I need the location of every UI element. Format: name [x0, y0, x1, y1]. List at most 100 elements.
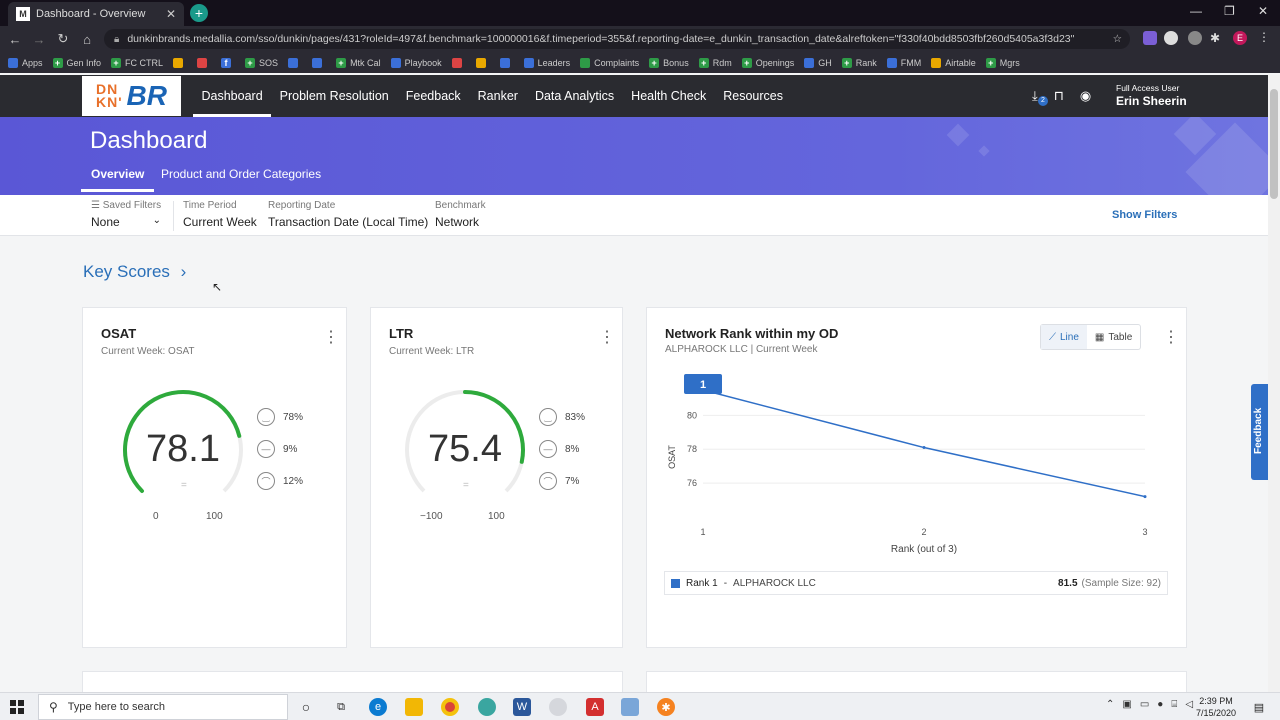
decoration: [978, 145, 990, 157]
menu-icon[interactable]: ⋮: [1258, 31, 1272, 45]
tray-icon[interactable]: ▣: [1122, 699, 1131, 710]
table-view-button[interactable]: ▦ Table: [1087, 325, 1140, 349]
bookmark-yellow[interactable]: [475, 57, 490, 68]
home-icon[interactable]: ⌂: [75, 32, 99, 47]
back-icon[interactable]: ←: [3, 32, 27, 47]
nav-resources[interactable]: Resources: [715, 75, 792, 117]
bookmark-dark[interactable]: [499, 57, 514, 68]
more-options-icon[interactable]: ⋮: [599, 330, 615, 346]
taskbar-search[interactable]: ⚲ Type here to search: [38, 694, 288, 720]
extension-icon[interactable]: [1188, 31, 1202, 45]
address-bar[interactable]: 🔒︎ dunkinbrands.medallia.com/sso/dunkin/…: [104, 29, 1130, 49]
bookmark[interactable]: + Mtk Cal: [336, 57, 381, 68]
chrome-icon[interactable]: [441, 698, 459, 716]
bookmark[interactable]: + SOS: [245, 57, 278, 68]
baskin-robbins-logo: BR: [126, 80, 167, 111]
edge-icon[interactable]: e: [369, 698, 387, 716]
bookmark[interactable]: + Gen Info: [52, 57, 101, 68]
tab-product-categories[interactable]: Product and Order Categories: [161, 167, 321, 181]
taskbar-clock[interactable]: 2:39 PM 7/15/2020: [1196, 695, 1236, 719]
network-icon[interactable]: ⌸: [1171, 699, 1177, 710]
maximize-icon[interactable]: ❐: [1224, 4, 1235, 18]
minimize-icon[interactable]: —: [1190, 4, 1202, 18]
data-point: [1143, 495, 1147, 499]
download-icon[interactable]: ⤓ 2: [1032, 88, 1048, 106]
reporting-date-filter[interactable]: Reporting Date Transaction Date (Local T…: [268, 200, 428, 229]
extension-icon[interactable]: [1143, 31, 1157, 45]
file-explorer-icon[interactable]: [405, 698, 423, 716]
bookmark[interactable]: Playbook: [390, 57, 442, 68]
acrobat-icon[interactable]: A: [586, 698, 604, 716]
volume-icon[interactable]: ◁: [1185, 699, 1193, 710]
bookmark[interactable]: GH: [804, 57, 832, 68]
nav-feedback[interactable]: Feedback: [397, 75, 469, 117]
feedback-side-tab[interactable]: Feedback: [1251, 384, 1269, 480]
bookmark[interactable]: + Rdm: [698, 57, 732, 68]
user-menu[interactable]: Full Access User Erin Sheerin: [1116, 83, 1187, 108]
windows-start-icon[interactable]: [10, 700, 24, 714]
bookmark-star-icon[interactable]: ☆: [1113, 33, 1122, 45]
task-view-icon[interactable]: ⧉: [332, 698, 350, 716]
page-title: Dashboard: [90, 127, 208, 154]
app-icon[interactable]: [621, 698, 639, 716]
bookmark[interactable]: + Mgrs: [985, 57, 1020, 68]
bookmark-calendar[interactable]: [288, 57, 302, 68]
tab-overview[interactable]: Overview: [80, 167, 155, 192]
more-options-icon[interactable]: ⋮: [323, 330, 339, 346]
bookmark[interactable]: Leaders: [523, 57, 570, 68]
profile-avatar[interactable]: E: [1233, 31, 1247, 45]
nav-health-check[interactable]: Health Check: [623, 75, 715, 117]
app-icon[interactable]: [549, 698, 567, 716]
bookmark[interactable]: + Rank: [841, 57, 877, 68]
bookmark[interactable]: + Bonus: [649, 57, 689, 68]
new-tab-button[interactable]: +: [190, 4, 208, 22]
bookmark[interactable]: FMM: [886, 57, 921, 68]
bookmark-facebook[interactable]: f: [221, 57, 235, 68]
nav-ranker[interactable]: Ranker: [469, 75, 526, 117]
bookmark[interactable]: Airtable: [931, 57, 976, 68]
more-options-icon[interactable]: ⋮: [1163, 330, 1179, 346]
chevron-up-icon[interactable]: ⌃: [1106, 699, 1114, 710]
notifications-icon[interactable]: ▤: [1250, 698, 1268, 716]
nav-data-analytics[interactable]: Data Analytics: [526, 75, 622, 117]
bookmark[interactable]: Apps: [8, 57, 43, 68]
tab-close-icon[interactable]: ✕: [166, 7, 176, 21]
show-filters-button[interactable]: Show Filters: [1112, 209, 1177, 221]
nav-dashboard[interactable]: Dashboard: [193, 75, 272, 117]
bookmark-drive[interactable]: [173, 57, 187, 68]
reload-icon[interactable]: ↻: [51, 31, 75, 47]
line-view-button[interactable]: ⟋ Line: [1041, 325, 1087, 349]
close-window-icon[interactable]: ✕: [1258, 4, 1268, 18]
time-period-filter[interactable]: Time Period Current Week: [183, 200, 257, 229]
mic-icon[interactable]: ●: [1157, 699, 1163, 710]
bookmark-icon[interactable]: ⊓: [1054, 88, 1064, 104]
site-icon: [523, 57, 534, 68]
divider: [173, 201, 174, 231]
bookmark-red[interactable]: [451, 57, 466, 68]
battery-icon[interactable]: ▭: [1140, 699, 1149, 710]
extension-icon[interactable]: [1164, 31, 1178, 45]
saved-filters[interactable]: ☰ Saved Filters None ⌄: [91, 200, 161, 229]
app-icon[interactable]: ✱: [657, 698, 675, 716]
brand-logo[interactable]: DN KN' BR: [82, 76, 181, 116]
word-icon[interactable]: W: [513, 698, 531, 716]
legend-swatch: [671, 578, 680, 588]
benchmark-filter[interactable]: Benchmark Network: [435, 200, 486, 229]
bookmark[interactable]: + Openings: [741, 57, 794, 68]
bookmark-gmail[interactable]: [197, 57, 211, 68]
scrollbar-thumb[interactable]: [1270, 89, 1278, 199]
app-icon[interactable]: [478, 698, 496, 716]
medallia-favicon-icon: M: [16, 7, 30, 21]
forward-icon[interactable]: →: [27, 32, 51, 47]
nav-problem-resolution[interactable]: Problem Resolution: [271, 75, 397, 117]
page-scrollbar[interactable]: [1268, 75, 1280, 692]
browser-tab[interactable]: M Dashboard - Overview ✕: [8, 2, 184, 26]
puzzle-icon[interactable]: ✱: [1210, 31, 1224, 45]
bookmark[interactable]: + FC CTRL: [111, 57, 163, 68]
user-icon[interactable]: ◉: [1080, 88, 1091, 104]
key-scores-link[interactable]: Key Scores ›: [83, 262, 186, 282]
saved-filters-label: Saved Filters: [102, 200, 162, 211]
cortana-icon[interactable]: ○: [297, 698, 315, 716]
bookmark-news[interactable]: [312, 57, 326, 68]
bookmark[interactable]: Complaints: [580, 57, 639, 68]
